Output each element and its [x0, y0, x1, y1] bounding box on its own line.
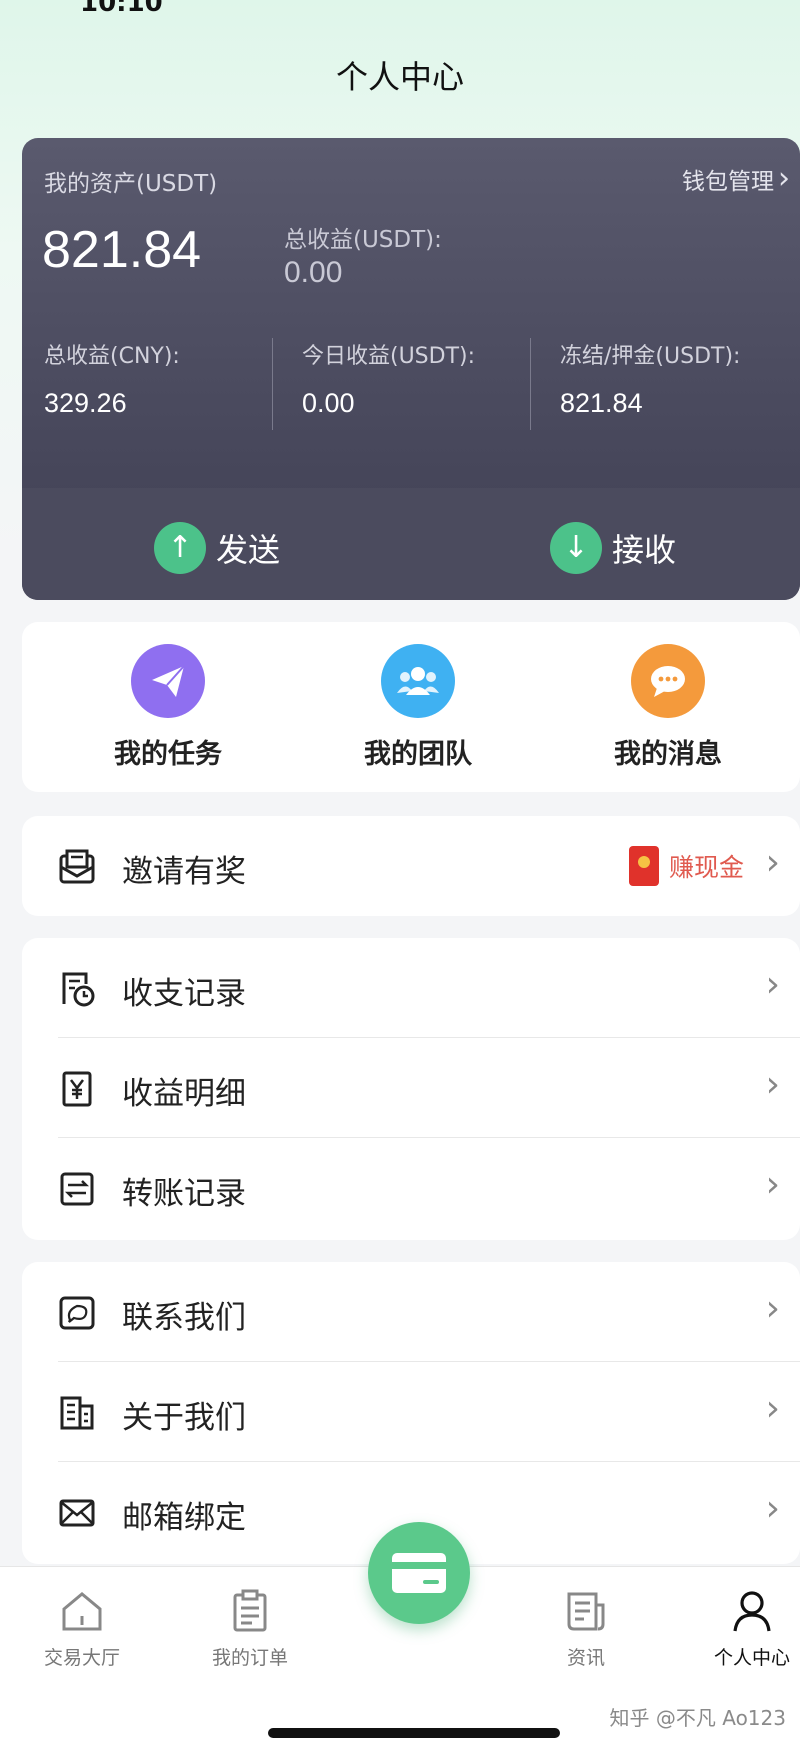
tile-my-team[interactable]: 我的团队 — [318, 644, 518, 771]
list-item-about-us[interactable]: 关于我们 › — [22, 1362, 800, 1462]
stat-label: 今日收益(USDT): — [302, 344, 476, 369]
mail-icon — [59, 1499, 95, 1527]
action-bar: ↑ 发送 ↓ 接收 — [22, 488, 800, 600]
page-title: 个人中心 — [335, 58, 464, 96]
message-icon — [631, 644, 705, 718]
row-label: 邮箱绑定 — [122, 1500, 246, 1536]
arrow-down-icon: ↓ — [550, 522, 602, 574]
stat-label: 总收益(CNY): — [44, 344, 180, 369]
status-bar: 10:10 — [0, 0, 800, 20]
list-item-contact-us[interactable]: 联系我们 › — [22, 1262, 800, 1362]
nav-label: 个人中心 — [713, 1647, 790, 1669]
asset-label: 我的资产(USDT) — [44, 171, 218, 197]
news-icon — [567, 1592, 605, 1631]
nav-label: 我的订单 — [211, 1647, 288, 1669]
red-envelope-icon — [628, 846, 659, 886]
reward-text: 赚现金 — [668, 853, 744, 882]
chevron-right-icon: › — [778, 161, 790, 196]
transfer-icon — [60, 1172, 94, 1206]
nav-item-profile[interactable]: 个人中心 — [672, 1589, 800, 1670]
row-label: 邀请有奖 — [122, 854, 246, 890]
list-item-income-expense[interactable]: 收支记录 › — [22, 938, 800, 1038]
invite-group: 邀请有奖 赚现金 › — [22, 816, 800, 916]
row-label: 收益明细 — [122, 1076, 246, 1112]
nav-item-news[interactable]: 资讯 — [506, 1589, 666, 1670]
nav-item-my-orders[interactable]: 我的订单 — [170, 1589, 330, 1670]
stat-value: 329.26 — [44, 388, 127, 418]
total-usdt-value: 0.00 — [284, 256, 343, 289]
chevron-right-icon: › — [765, 1064, 780, 1105]
home-icon — [62, 1592, 102, 1631]
records-group: 收支记录 › 收益明细 › 转账记录 › — [22, 938, 800, 1240]
chevron-right-icon: › — [765, 1288, 780, 1329]
clipboard-icon — [233, 1589, 267, 1632]
arrow-up-icon: ↑ — [154, 522, 206, 574]
tile-label: 我的团队 — [364, 739, 472, 770]
stat-value: 821.84 — [560, 388, 643, 418]
chevron-right-icon: › — [765, 1164, 780, 1205]
stat-divider — [530, 338, 531, 430]
asset-value: 821.84 — [42, 221, 202, 279]
wallet-link-label: 钱包管理 — [682, 169, 774, 195]
center-wallet-button[interactable] — [368, 1522, 470, 1624]
card-icon — [392, 1553, 446, 1593]
stat-today: 今日收益(USDT): 0.00 — [302, 338, 560, 430]
chevron-right-icon: › — [765, 964, 780, 1005]
total-usdt-label: 总收益(USDT): — [284, 227, 442, 253]
stat-frozen: 冻结/押金(USDT): 821.84 — [560, 338, 800, 430]
asset-card: 我的资产(USDT) 钱包管理 › 821.84 总收益(USDT): 0.00… — [22, 138, 800, 600]
chat-icon — [59, 1296, 95, 1330]
chevron-right-icon: › — [765, 842, 780, 883]
user-icon — [733, 1591, 771, 1632]
list-item-transfer-records[interactable]: 转账记录 › — [22, 1138, 800, 1238]
nav-item-trading-hall[interactable]: 交易大厅 — [2, 1589, 162, 1670]
stat-total-cny: 总收益(CNY): 329.26 — [44, 338, 302, 430]
status-time: 10:10 — [80, 0, 163, 18]
stat-label: 冻结/押金(USDT): — [560, 344, 741, 369]
nav-label: 交易大厅 — [43, 1647, 120, 1669]
send-button[interactable]: ↑ 发送 — [154, 522, 280, 574]
bill-clock-icon — [62, 972, 95, 1007]
building-icon — [60, 1396, 94, 1430]
misc-group: 联系我们 › 关于我们 › 邮箱绑定 › — [22, 1262, 800, 1564]
receive-label: 接收 — [612, 531, 677, 569]
watermark: 知乎 @不凡 Ao123 — [609, 1706, 786, 1730]
invite-envelope-icon — [59, 849, 95, 884]
tile-my-messages[interactable]: 我的消息 — [568, 644, 768, 771]
tile-label: 我的任务 — [114, 739, 222, 770]
stat-divider — [272, 338, 273, 430]
paper-plane-icon — [131, 644, 205, 718]
team-icon — [381, 644, 455, 718]
quick-tiles: 我的任务 我的团队 我的消息 — [22, 622, 800, 792]
nav-label: 资讯 — [566, 1647, 605, 1669]
chevron-right-icon: › — [765, 1488, 780, 1529]
tile-label: 我的消息 — [614, 739, 722, 770]
tile-my-tasks[interactable]: 我的任务 — [68, 644, 268, 771]
wallet-management-link[interactable]: 钱包管理 › — [682, 162, 790, 196]
receive-button[interactable]: ↓ 接收 — [550, 522, 676, 574]
row-label: 转账记录 — [122, 1176, 246, 1212]
stat-value: 0.00 — [302, 388, 355, 418]
send-label: 发送 — [216, 531, 281, 569]
row-label: 收支记录 — [122, 976, 246, 1012]
chevron-right-icon: › — [765, 1388, 780, 1429]
yen-icon — [62, 1071, 92, 1107]
home-indicator — [268, 1728, 560, 1738]
reward-badge: 赚现金 — [628, 846, 744, 886]
row-label: 关于我们 — [122, 1400, 246, 1436]
row-label: 联系我们 — [122, 1300, 246, 1336]
list-item-earnings-detail[interactable]: 收益明细 › — [22, 1038, 800, 1138]
invite-row[interactable]: 邀请有奖 赚现金 › — [22, 816, 800, 916]
